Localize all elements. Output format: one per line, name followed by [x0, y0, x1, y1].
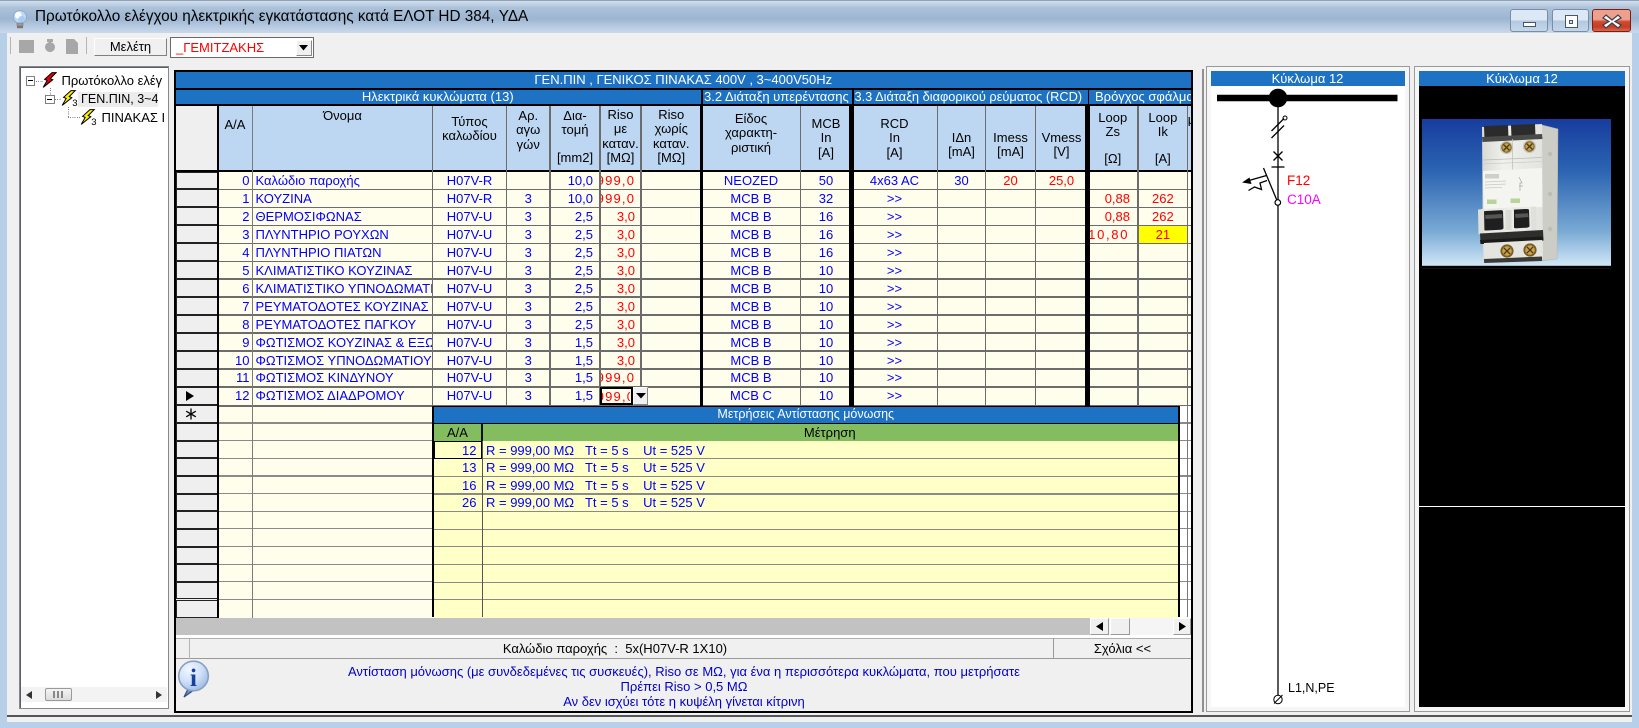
- svg-text:C10A: C10A: [1287, 192, 1321, 207]
- svg-text:3: 3: [91, 117, 96, 126]
- svg-text:F12: F12: [1287, 173, 1310, 188]
- svg-text:L1,N,PE: L1,N,PE: [1288, 681, 1335, 695]
- svg-text:3: 3: [72, 98, 77, 107]
